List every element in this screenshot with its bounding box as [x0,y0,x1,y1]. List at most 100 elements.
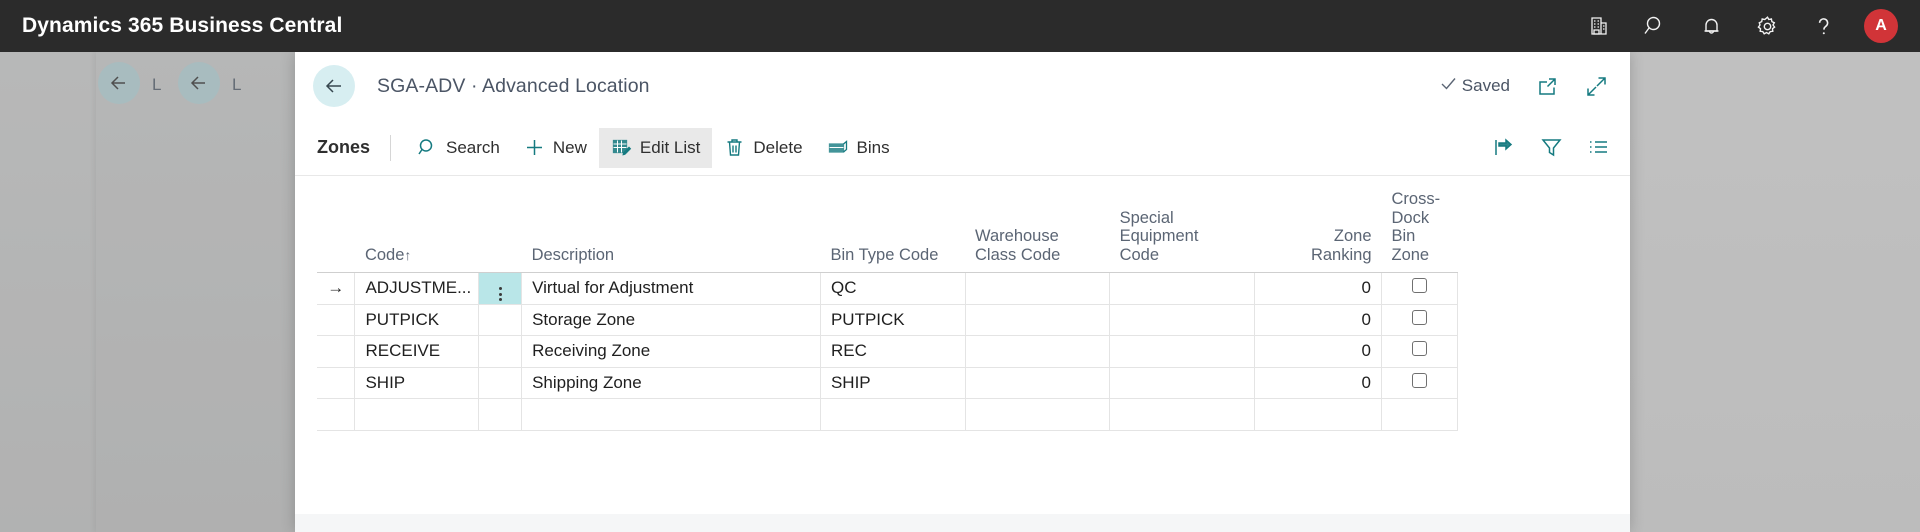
toolbar-group-label: Zones [317,137,371,157]
cell-code[interactable]: RECEIVE [354,335,480,368]
zones-table-body: → ADJUSTME... Virtual for Adjustment QC 0 PUT… [317,272,1458,431]
cell-code[interactable]: ADJUSTME... [354,272,480,305]
search-action-button[interactable]: Search [405,128,512,168]
edit-list-action-button[interactable]: Edit List [598,127,713,168]
cell-warehouse-class-code[interactable] [964,335,1111,368]
cell-code[interactable]: SHIP [354,367,480,399]
zones-table: Code↑ Description Bin Type Code Warehous… [317,190,1458,431]
search-icon [417,137,438,158]
cell-description[interactable]: Virtual for Adjustment [521,272,821,305]
table-row[interactable]: RECEIVE Receiving Zone REC 0 [317,335,1458,368]
header-indicator [317,190,355,273]
new-action-label: New [552,137,587,157]
cell-cross-dock-bin-zone[interactable] [1381,304,1458,336]
delete-action-label: Delete [753,137,803,157]
cell-warehouse-class-code[interactable] [964,272,1111,305]
cell-zone-ranking[interactable] [1253,398,1383,431]
cell-description[interactable] [521,398,821,431]
toolbar-divider [390,134,392,161]
cell-special-equipment-code[interactable] [1109,398,1255,431]
row-menu-icon[interactable] [498,287,502,302]
cell-bin-type-code[interactable]: REC [819,335,966,368]
cell-bin-type-code[interactable]: QC [819,272,966,305]
open-in-new-window-icon[interactable] [1536,75,1559,98]
cross-dock-checkbox[interactable] [1412,309,1427,325]
search-icon[interactable] [1640,11,1670,41]
cell-zone-ranking[interactable]: 0 [1253,272,1383,305]
list-view-icon[interactable] [1587,136,1610,159]
cell-warehouse-class-code[interactable] [964,367,1111,399]
edit-list-action-label: Edit List [639,137,701,157]
row-indicator [317,367,355,399]
background-label-1: L [152,75,162,94]
cell-warehouse-class-code[interactable] [964,304,1111,336]
new-action-button[interactable]: New [512,128,599,168]
cell-description[interactable]: Receiving Zone [521,335,821,368]
row-indicator: → [317,272,355,305]
cross-dock-checkbox[interactable] [1412,372,1427,388]
dialog-title: SGA-ADV · Advanced Location [377,74,650,97]
cell-zone-ranking[interactable]: 0 [1253,335,1383,368]
cell-warehouse-class-code[interactable] [964,398,1111,431]
cell-code[interactable]: PUTPICK [354,304,480,336]
search-action-label: Search [446,137,500,157]
cell-code[interactable] [354,398,480,431]
company-icon[interactable] [1584,11,1614,41]
cell-bin-type-code[interactable]: SHIP [819,367,966,399]
table-row[interactable] [317,398,1458,431]
cell-special-equipment-code[interactable] [1109,272,1255,305]
zones-table-container: Code↑ Description Bin Type Code Warehous… [295,176,1630,514]
header-zone-ranking[interactable]: Zone Ranking [1254,190,1382,273]
cell-cross-dock-bin-zone[interactable] [1381,272,1458,305]
header-bin-type-code[interactable]: Bin Type Code [820,190,966,273]
check-icon [1439,74,1458,98]
table-row[interactable]: PUTPICK Storage Zone PUTPICK 0 [317,304,1458,336]
notifications-icon[interactable] [1696,11,1726,41]
sort-ascending-icon: ↑ [404,246,412,263]
cell-special-equipment-code[interactable] [1109,335,1255,368]
header-special-equipment-code[interactable]: Special Equipment Code [1109,190,1255,273]
delete-action-button[interactable]: Delete [712,128,814,168]
table-row[interactable]: → ADJUSTME... Virtual for Adjustment QC 0 [317,272,1458,305]
zones-dialog: SGA-ADV · Advanced Location Saved Zones … [295,52,1630,532]
bins-icon [827,137,849,159]
header-description[interactable]: Description [521,190,821,273]
screen: L L SGA-ADV · Advanced Location Saved Zo… [0,0,1920,532]
cell-bin-type-code[interactable] [819,398,966,431]
bins-action-button[interactable]: Bins [815,128,902,168]
cross-dock-checkbox[interactable] [1412,278,1427,294]
cell-cross-dock-bin-zone[interactable] [1381,335,1458,368]
dialog-back-button[interactable] [313,65,355,107]
settings-icon[interactable] [1752,11,1782,41]
cross-dock-checkbox[interactable] [1412,341,1427,357]
table-row[interactable]: SHIP Shipping Zone SHIP 0 [317,367,1458,399]
app-header: Dynamics 365 Business Central A [0,0,1920,52]
header-warehouse-class-code[interactable]: Warehouse Class Code [965,190,1110,273]
header-cross-dock-bin-zone[interactable]: Cross- Dock Bin Zone [1381,190,1458,273]
cell-cross-dock-bin-zone[interactable] [1381,398,1458,431]
dialog-footer [295,514,1630,532]
header-code[interactable]: Code↑ [354,190,522,273]
cell-special-equipment-code[interactable] [1109,367,1255,399]
share-icon[interactable] [1493,136,1516,159]
cell-bin-type-code[interactable]: PUTPICK [819,304,966,336]
row-indicator [317,335,355,368]
dialog-header-actions: Saved [1439,74,1608,98]
expand-icon[interactable] [1585,75,1608,98]
background-dim-right [1630,52,1920,532]
row-menu-cell[interactable] [478,272,523,305]
filter-icon[interactable] [1540,136,1563,159]
cell-cross-dock-bin-zone[interactable] [1381,367,1458,399]
cell-special-equipment-code[interactable] [1109,304,1255,336]
toolbar-right-icons [1493,136,1610,159]
table-header-row: Code↑ Description Bin Type Code Warehous… [317,190,1458,273]
help-icon[interactable] [1808,11,1838,41]
cell-description[interactable]: Storage Zone [521,304,821,336]
row-menu-cell [478,335,523,368]
edit-list-icon [611,137,632,158]
cell-zone-ranking[interactable]: 0 [1253,304,1383,336]
cell-description[interactable]: Shipping Zone [521,367,821,399]
row-indicator [317,398,355,431]
user-avatar[interactable]: A [1864,9,1898,43]
cell-zone-ranking[interactable]: 0 [1253,367,1383,399]
